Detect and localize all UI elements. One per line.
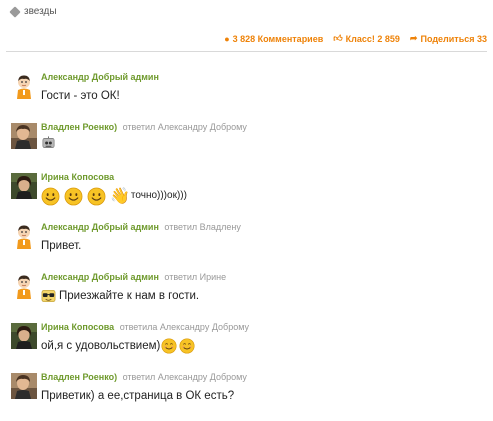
thumbs-up-icon: 👍︎: [333, 33, 343, 43]
comment-text-body: Приезжайте к нам в гости.: [59, 290, 200, 302]
smile-icon: [64, 187, 83, 206]
comment: Александр Добрый админ Гости - это ОК!: [0, 71, 493, 121]
grin-icon: [179, 338, 195, 354]
comment-content: Ирина Копосова 👋 точно)))ок))): [41, 171, 489, 206]
author-link[interactable]: Владлен Роенко): [41, 372, 117, 382]
comment: Владлен Роенко) ответил Александру Добро…: [0, 121, 493, 171]
comment: Владлен Роенко) ответил Александру Добро…: [0, 371, 493, 421]
comment-text: Приветик) а ее,страница в ОК есть?: [41, 386, 489, 406]
divider: [6, 51, 487, 52]
author-link[interactable]: Александр Добрый админ: [41, 222, 159, 232]
grin-icon: [161, 338, 177, 354]
comments-button[interactable]: ● 3 828 Комментариев: [224, 33, 323, 44]
avatar[interactable]: [11, 323, 37, 349]
robot-sticker-icon: [41, 136, 56, 150]
author-link[interactable]: Александр Добрый админ: [41, 72, 159, 82]
action-bar: ● 3 828 Комментариев 👍︎ Класс! 2 859 ➦ П…: [224, 33, 487, 44]
klass-count: Класс! 2 859: [345, 33, 400, 44]
comment: Александр Добрый админ ответил Владлену …: [0, 221, 493, 271]
comment-text: ой,я с удовольствием): [41, 336, 489, 356]
comment-text-body: Привет.: [41, 240, 82, 252]
comment-meta: Владлен Роенко) ответил Александру Добро…: [41, 121, 489, 134]
comment-text: [41, 136, 489, 150]
comment-content: Владлен Роенко) ответил Александру Добро…: [41, 371, 489, 406]
share-count: Поделиться 33: [420, 33, 487, 44]
avatar[interactable]: [11, 123, 37, 149]
comment-content: Ирина Копосова ответила Александру Добро…: [41, 321, 489, 356]
comment-content: Александр Добрый админ Гости - это ОК!: [41, 71, 489, 106]
comment-text: Приезжайте к нам в гости.: [41, 286, 489, 306]
comment-text-body: Приветик) а ее,страница в ОК есть?: [41, 390, 235, 402]
tag-text: звезды: [24, 6, 57, 17]
comment-content: Владлен Роенко) ответил Александру Добро…: [41, 121, 489, 150]
share-button[interactable]: ➦ Поделиться 33: [410, 33, 487, 44]
avatar[interactable]: [11, 173, 37, 199]
comment: Ирина Копосова ответила Александру Добро…: [0, 321, 493, 371]
comment-meta: Ирина Копосова: [41, 171, 489, 184]
avatar[interactable]: [11, 223, 37, 249]
author-link[interactable]: Александр Добрый админ: [41, 272, 159, 282]
avatar[interactable]: [11, 373, 37, 399]
comment-text-body: Гости - это ОК!: [41, 90, 120, 102]
reply-target[interactable]: ответил Владлену: [164, 222, 240, 232]
reply-target[interactable]: ответил Александру Доброму: [123, 122, 247, 132]
comment-text: 👋 точно)))ок))): [41, 186, 489, 206]
avatar[interactable]: [11, 273, 37, 299]
comment-meta: Ирина Копосова ответила Александру Добро…: [41, 321, 489, 334]
sunglasses-sticker-icon: [41, 289, 56, 303]
waving-hand-icon: 👋: [110, 187, 130, 205]
author-link[interactable]: Ирина Копосова: [41, 322, 114, 332]
comment-feed: Александр Добрый админ Гости - это ОК! В…: [0, 71, 493, 421]
comment-meta: Александр Добрый админ: [41, 71, 489, 84]
tag-icon: [9, 5, 21, 18]
comment-meta: Александр Добрый админ ответил Владлену: [41, 221, 489, 234]
smile-icon: [41, 187, 60, 206]
comment-text: Привет.: [41, 236, 489, 256]
reply-target[interactable]: ответил Александру Доброму: [123, 372, 247, 382]
klass-button[interactable]: 👍︎ Класс! 2 859: [333, 33, 400, 44]
comment-content: Александр Добрый админ ответил Владлену …: [41, 221, 489, 256]
smile-icon: [87, 187, 106, 206]
tag-label[interactable]: звезды: [9, 5, 57, 18]
comment-meta: Александр Добрый админ ответил Ирине: [41, 271, 489, 284]
speech-bubble-icon: ●: [224, 33, 230, 44]
comment-text-body: точно)))ок))): [130, 190, 187, 201]
reply-target[interactable]: ответила Александру Доброму: [120, 322, 249, 332]
comment: Ирина Копосова 👋 точно)))ок))): [0, 171, 493, 221]
author-link[interactable]: Ирина Копосова: [41, 172, 114, 182]
comment-meta: Владлен Роенко) ответил Александру Добро…: [41, 371, 489, 384]
author-link[interactable]: Владлен Роенко): [41, 122, 117, 132]
comment: Александр Добрый админ ответил Ирине При…: [0, 271, 493, 321]
reply-target[interactable]: ответил Ирине: [164, 272, 226, 282]
comment-text-body: ой,я с удовольствием): [41, 340, 161, 352]
share-arrow-icon: ➦: [409, 33, 418, 43]
comment-text: Гости - это ОК!: [41, 86, 489, 106]
comments-count: 3 828 Комментариев: [232, 33, 324, 44]
comment-content: Александр Добрый админ ответил Ирине При…: [41, 271, 489, 306]
avatar[interactable]: [11, 73, 37, 99]
